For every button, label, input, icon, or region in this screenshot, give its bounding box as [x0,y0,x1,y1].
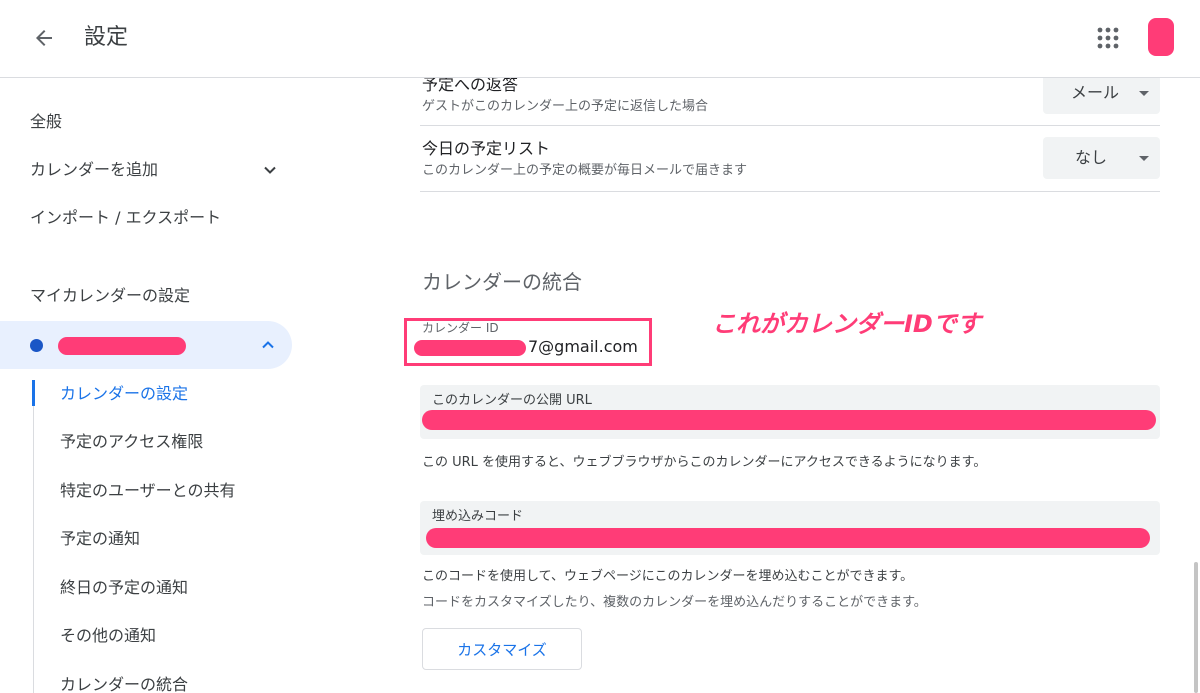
active-indicator [32,380,35,406]
customize-button[interactable]: カスタマイズ [422,628,582,670]
public-url-label: このカレンダーの公開 URL [432,393,592,408]
integrate-calendar-heading: カレンダーの統合 [422,270,582,294]
settings-sidebar: 全般 カレンダーを追加 インポート / エクスポート マイカレンダーの設定 カレ… [0,78,300,693]
my-calendars-settings-heading: マイカレンダーの設定 [30,286,191,305]
calendar-id-label: カレンダー ID [422,321,499,335]
calendar-color-dot [30,339,43,352]
event-responses-select[interactable]: メール [1043,72,1160,114]
sidebar-subitem-share-with-people[interactable]: 特定のユーザーとの共有 [60,479,236,503]
setting-row-daily-agenda: 今日の予定リスト このカレンダー上の予定の概要が毎日メールで届きます なし [420,126,1160,192]
public-url-help-text: この URL を使用すると、ウェブブラウザからこのカレンダーにアクセスできるよう… [422,455,987,470]
public-url-redaction [422,410,1156,430]
arrow-back-icon [36,30,52,46]
setting-title: 今日の予定リスト [422,139,551,158]
page-scrollbar[interactable] [1194,562,1198,693]
back-button[interactable] [28,22,60,54]
setting-description: ゲストがこのカレンダー上の予定に返信した場合 [422,99,709,114]
calendar-name-redaction [58,337,186,355]
embed-help-secondary-text: コードをカスタマイズしたり、複数のカレンダーを埋め込んだりすることができます。 [422,595,927,610]
sub-item-guide-line [33,406,34,693]
sidebar-subitem-calendar-settings[interactable]: カレンダーの設定 [60,382,188,406]
sidebar-item-general[interactable]: 全般 [30,110,62,134]
sidebar-calendar-item[interactable] [0,321,292,369]
apps-button[interactable] [1094,24,1122,52]
sidebar-subitem-access-permissions[interactable]: 予定のアクセス権限 [60,430,203,454]
sidebar-item-import-export[interactable]: インポート / エクスポート [30,206,221,230]
embed-code-label: 埋め込みコード [432,509,524,524]
chevron-up-icon[interactable] [260,337,276,353]
sidebar-subitem-other-notifications[interactable]: その他の通知 [60,624,156,648]
sidebar-item-add-calendar[interactable]: カレンダーを追加 [30,158,158,182]
calendar-id-redaction [414,340,526,356]
embed-help-text: このコードを使用して、ウェブページにこのカレンダーを埋め込むことができます。 [422,569,914,584]
apps-grid-icon [1097,27,1119,49]
sidebar-subitem-event-notifications[interactable]: 予定の通知 [60,527,140,551]
page-title: 設定 [84,25,129,50]
select-value: メール [1071,83,1120,102]
calendar-id-value: 7@gmail.com [528,337,638,356]
embed-code-redaction [426,528,1150,548]
calendar-id-annotation: これがカレンダーIDです [712,310,981,338]
account-avatar[interactable] [1148,18,1174,56]
dropdown-arrow-icon [1139,91,1149,96]
setting-description: このカレンダー上の予定の概要が毎日メールで届きます [422,163,748,178]
chevron-down-icon[interactable] [262,162,278,178]
sidebar-subitem-allday-notifications[interactable]: 終日の予定の通知 [60,576,188,600]
daily-agenda-select[interactable]: なし [1043,137,1160,179]
embed-code-field[interactable]: 埋め込みコード [420,501,1160,555]
sidebar-subitem-integrate-calendar[interactable]: カレンダーの統合 [60,673,188,693]
select-value: なし [1075,148,1108,167]
public-url-field[interactable]: このカレンダーの公開 URL [420,385,1160,439]
dropdown-arrow-icon [1139,156,1149,161]
top-app-bar: 設定 [0,0,1200,78]
